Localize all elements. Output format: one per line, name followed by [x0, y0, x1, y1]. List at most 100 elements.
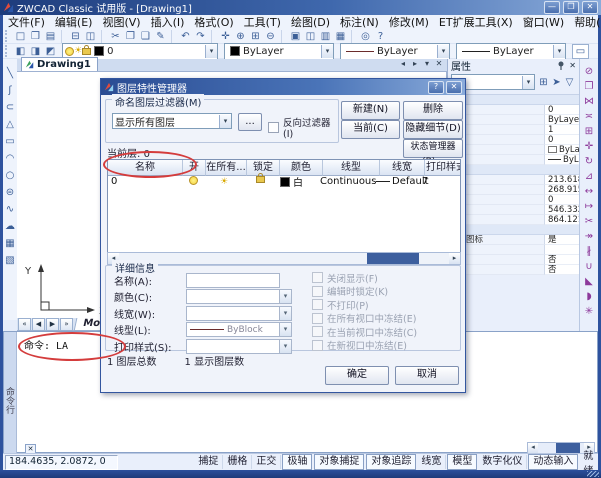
save-icon[interactable]: ▤ — [43, 30, 58, 43]
minimize-icon[interactable]: — — [544, 1, 560, 14]
status-toggle[interactable]: 动态输入 — [528, 454, 578, 470]
property-value[interactable]: 268.9153 — [545, 185, 579, 195]
zoom-previous-icon[interactable]: ⊖ — [263, 30, 278, 43]
join-icon[interactable]: ∪ — [581, 259, 597, 274]
scroll-thumb[interactable] — [556, 443, 580, 453]
column-header[interactable]: 线型 — [323, 160, 380, 176]
property-value[interactable]: 213.6181 — [545, 175, 579, 185]
polyline-icon[interactable]: ʃ — [4, 82, 17, 99]
invert-filter-checkbox[interactable]: 反向过滤器(I) — [268, 115, 338, 140]
help-icon[interactable]: ? — [373, 30, 388, 43]
color-combo[interactable]: ByLayer ▾ — [224, 43, 334, 60]
set-current-button[interactable]: 当前(C) — [341, 120, 400, 139]
tab-scroll-left-icon[interactable]: ◂ — [398, 57, 408, 70]
new-icon[interactable]: □ — [13, 30, 28, 43]
cancel-button[interactable]: 取消 — [395, 366, 459, 385]
rectangle-icon[interactable]: ▭ — [4, 133, 17, 150]
scroll-thumb[interactable] — [367, 253, 419, 264]
ellipse-icon[interactable]: ⊜ — [4, 184, 17, 201]
layer-properties-icon[interactable]: ◧ — [13, 45, 28, 58]
arc-3point-icon[interactable]: ⊂ — [4, 99, 17, 116]
delete-layer-button[interactable]: 删除 — [403, 101, 463, 120]
dropdown-icon[interactable]: ▾ — [280, 306, 292, 321]
menu-item[interactable]: 视图(V) — [97, 14, 145, 30]
filter-browse-button[interactable]: ... — [238, 113, 262, 131]
trim-icon[interactable]: ✂ — [581, 214, 597, 229]
stretch-icon[interactable]: ↔ — [581, 184, 597, 199]
dropdown-icon[interactable]: ▾ — [280, 322, 292, 337]
plot-style-button[interactable]: ▭ — [572, 44, 589, 59]
find-icon[interactable]: ◎ — [358, 30, 373, 43]
layer-color-swatch[interactable] — [280, 177, 290, 187]
column-header[interactable]: 打印样式 — [425, 160, 461, 176]
property-value[interactable]: 0 — [545, 105, 579, 115]
tab-close-icon[interactable]: ✕ — [434, 57, 444, 70]
property-value[interactable]: ByLayer — [545, 115, 579, 125]
table-icon[interactable]: ▦ — [4, 235, 17, 252]
line-icon[interactable]: ╲ — [4, 65, 17, 82]
tab-scroll-right-icon[interactable]: ▸ — [410, 57, 420, 70]
layer-on-icon[interactable] — [189, 176, 198, 185]
layer-row[interactable]: 0 ☀ 白 Continuous Default 7 — [108, 175, 460, 188]
explode-icon[interactable]: ✳ — [581, 304, 597, 319]
status-toggle[interactable]: 数字化仪 — [478, 455, 527, 469]
viewport-two-icon[interactable]: ◫ — [303, 30, 318, 43]
column-header[interactable]: 名称 — [108, 160, 183, 176]
menu-item[interactable]: 插入(I) — [146, 14, 190, 30]
zoom-window-icon[interactable]: ⊞ — [248, 30, 263, 43]
undo-icon[interactable]: ↶ — [178, 30, 193, 43]
dropdown-icon[interactable]: ▾ — [437, 45, 449, 58]
property-value[interactable]: 否 — [545, 265, 579, 275]
property-value[interactable]: 1 — [545, 125, 579, 135]
property-value[interactable]: ByLayer — [545, 155, 579, 165]
tab-drawing1[interactable]: Drawing1 — [21, 57, 98, 71]
cut-icon[interactable]: ✂ — [108, 30, 123, 43]
field-input[interactable] — [186, 273, 280, 288]
property-value[interactable]: 否 — [545, 255, 579, 265]
property-value[interactable]: 546.3322 — [545, 205, 579, 215]
property-value[interactable]: 是 — [545, 235, 579, 245]
dropdown-icon[interactable]: ▾ — [522, 76, 534, 89]
tab-nav-icon[interactable]: ◀ — [32, 318, 45, 331]
field-input[interactable] — [186, 306, 280, 321]
circle-icon[interactable]: ○ — [4, 167, 17, 184]
property-value[interactable]: 864.1215 — [545, 215, 579, 225]
dropdown-icon[interactable]: ▾ — [280, 339, 292, 354]
menu-item[interactable]: 帮助(H) — [569, 14, 601, 30]
pin-icon[interactable] — [557, 61, 565, 70]
viewport-four-icon[interactable]: ▦ — [333, 30, 348, 43]
property-value[interactable]: ByLayer — [545, 145, 579, 155]
close-icon[interactable]: ✕ — [446, 81, 462, 94]
status-toggle[interactable]: 栅格 — [223, 455, 252, 469]
viewport-single-icon[interactable]: ▣ — [288, 30, 303, 43]
mirror-icon[interactable]: ⋈ — [581, 94, 597, 109]
command-window-titlebar[interactable]: 命令行 — [4, 332, 17, 460]
layer-states-icon[interactable]: ◨ — [28, 45, 43, 58]
tab-nav-icon[interactable]: ▶ — [46, 318, 59, 331]
dropdown-icon[interactable]: ▾ — [205, 45, 217, 58]
erase-icon[interactable]: ⊘ — [581, 64, 597, 79]
checkbox-icon[interactable] — [268, 122, 279, 133]
tab-nav-icon[interactable]: « — [18, 318, 31, 331]
menu-item[interactable]: ET扩展工具(X) — [434, 14, 518, 30]
chamfer-icon[interactable]: ◣ — [581, 274, 597, 289]
dialog-titlebar[interactable]: 图层特性管理器 ? ✕ — [101, 79, 465, 95]
scroll-left-icon[interactable]: ◂ — [528, 443, 538, 453]
viewport-three-icon[interactable]: ▥ — [318, 30, 333, 43]
menu-item[interactable]: 绘图(D) — [286, 14, 335, 30]
property-value[interactable] — [545, 245, 579, 255]
pan-icon[interactable]: ✛ — [218, 30, 233, 43]
paste-icon[interactable]: ❑ — [138, 30, 153, 43]
offset-icon[interactable]: ≍ — [581, 109, 597, 124]
zoom-realtime-icon[interactable]: ⊕ — [233, 30, 248, 43]
new-layer-button[interactable]: 新建(N) — [341, 101, 400, 120]
close-icon[interactable]: ✕ — [569, 61, 576, 70]
menu-item[interactable]: 文件(F) — [3, 14, 50, 30]
status-toggle[interactable]: 模型 — [447, 454, 477, 470]
tab-menu-icon[interactable]: ▾ — [422, 57, 432, 70]
polygon-icon[interactable]: △ — [4, 116, 17, 133]
resize-grip[interactable] — [587, 471, 599, 477]
menu-item[interactable]: 格式(O) — [189, 14, 238, 30]
tab-nav-icon[interactable]: » — [60, 318, 73, 331]
image-icon[interactable]: ▧ — [4, 252, 17, 269]
